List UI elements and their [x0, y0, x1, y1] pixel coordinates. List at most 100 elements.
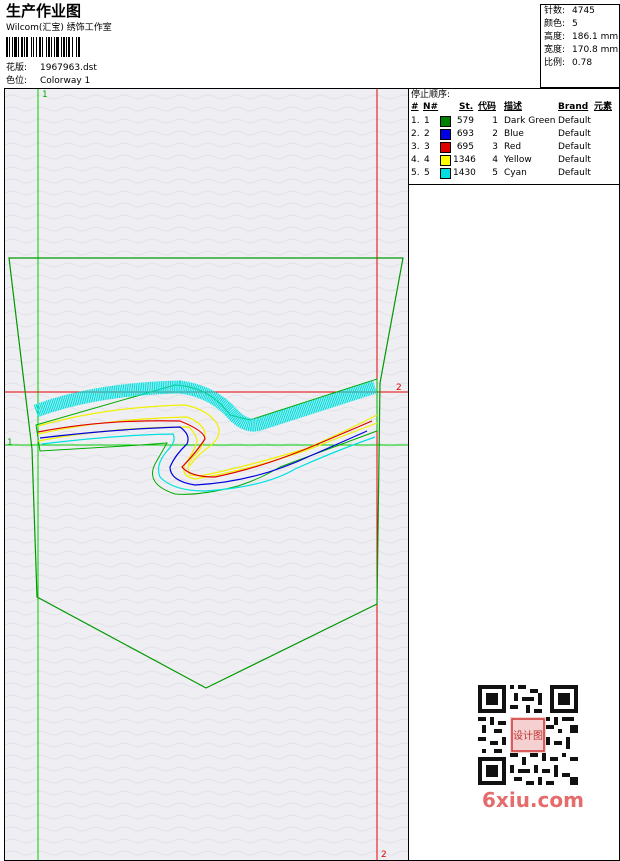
row-order: 3.	[411, 142, 420, 152]
color-count-label: 颜色:	[544, 19, 566, 29]
barcode-bar	[26, 37, 28, 57]
colorway-value: Colorway 1	[40, 76, 91, 86]
col-header-brand: Brand	[558, 102, 589, 112]
barcode-bar	[42, 37, 43, 57]
scale-value: 0.78	[572, 58, 593, 68]
barcode-bar	[24, 37, 25, 57]
row-brand: Default	[558, 142, 591, 152]
barcode-bar	[12, 37, 13, 57]
row-description: Red	[504, 142, 522, 152]
col-header-element: 元素	[594, 102, 613, 112]
row-order: 4.	[411, 155, 420, 165]
barcode-bar	[39, 37, 41, 57]
height-value: 186.1 mm	[572, 32, 619, 42]
color-swatch	[440, 129, 451, 140]
page-title: 生产作业图	[6, 2, 82, 20]
barcode-bar	[46, 37, 47, 57]
table-row[interactable]: 1. 1 579 1 Dark Green Default	[409, 115, 619, 128]
barcode-bar	[63, 37, 65, 57]
row-description: Cyan	[504, 168, 527, 178]
row-brand: Default	[558, 155, 591, 165]
svg-text:设计图: 设计图	[513, 729, 543, 742]
company-name: Wilcom(汇宝) 绣饰工作室	[6, 23, 112, 33]
barcode-bar	[68, 37, 70, 57]
color-count-value: 5	[572, 19, 578, 29]
design-drawing: 1 1 2 2	[5, 89, 408, 860]
row-needle: 1	[424, 116, 430, 126]
width-label: 宽度:	[544, 45, 566, 55]
barcode-bar	[31, 37, 32, 57]
row-brand: Default	[558, 168, 591, 178]
col-header-needle: N#	[423, 102, 439, 112]
stitch-count-value: 4745	[572, 6, 595, 16]
row-order: 2.	[411, 129, 420, 139]
table-row[interactable]: 3. 3 695 3 Red Default	[409, 141, 619, 154]
color-swatch	[440, 116, 451, 127]
colorway-label: 色位:	[6, 76, 28, 86]
stitch-count-label: 针数:	[544, 6, 566, 16]
design-label: 花版:	[6, 63, 28, 73]
table-row[interactable]: 2. 2 693 2 Blue Default	[409, 128, 619, 141]
col-header-stitches: St.	[459, 102, 474, 112]
barcode-bar	[6, 37, 8, 57]
row-stitches: 1346	[453, 155, 476, 165]
row-needle: 2	[424, 129, 430, 139]
color-swatch	[440, 168, 451, 179]
row-needle: 5	[424, 168, 430, 178]
col-header-order: #	[411, 102, 419, 112]
row-stitches: 695	[456, 142, 474, 152]
barcode-bar	[36, 37, 37, 57]
barcode-bar	[54, 37, 55, 57]
panel-divider	[409, 184, 619, 185]
row-needle: 4	[424, 155, 430, 165]
guide-label-green-top: 1	[42, 90, 48, 100]
row-description: Blue	[504, 129, 524, 139]
barcode-bar	[14, 37, 17, 57]
row-code: 2	[492, 129, 498, 139]
row-description: Yellow	[504, 155, 532, 165]
barcode-bar	[33, 37, 34, 57]
barcode-bar	[21, 37, 23, 57]
guide-label-red-right: 2	[396, 383, 402, 393]
row-description: Dark Green	[504, 116, 556, 126]
barcode-bar	[51, 37, 52, 57]
row-code: 4	[492, 155, 498, 165]
barcode	[6, 37, 140, 57]
width-value: 170.8 mm	[572, 45, 619, 55]
barcode-bar	[9, 37, 10, 57]
qr-code-graphic: 设计图	[478, 685, 578, 785]
table-row[interactable]: 5. 5 1430 5 Cyan Default	[409, 167, 619, 180]
row-brand: Default	[558, 116, 591, 126]
stop-order-title: 停止顺序:	[411, 90, 451, 100]
design-file-name: 1967963.dst	[40, 63, 97, 73]
barcode-bar	[61, 37, 62, 57]
row-code: 5	[492, 168, 498, 178]
watermark-text: 6xiu.com	[482, 788, 584, 812]
barcode-bar	[56, 37, 59, 57]
barcode-bar	[48, 37, 50, 57]
barcode-bar	[78, 37, 80, 57]
row-code: 3	[492, 142, 498, 152]
guide-label-red-bottom: 2	[381, 850, 387, 860]
barcode-bar	[66, 37, 67, 57]
row-order: 5.	[411, 168, 420, 178]
row-code: 1	[492, 116, 498, 126]
row-brand: Default	[558, 129, 591, 139]
design-canvas[interactable]: 1 1 2 2	[4, 88, 409, 861]
row-stitches: 1430	[453, 168, 476, 178]
barcode-bar	[72, 37, 73, 57]
color-swatch	[440, 142, 451, 153]
scale-label: 比例:	[544, 58, 566, 68]
row-order: 1.	[411, 116, 420, 126]
row-stitches: 693	[456, 129, 474, 139]
barcode-bar	[18, 37, 19, 57]
table-row[interactable]: 4. 4 1346 4 Yellow Default	[409, 154, 619, 167]
col-header-code: 代码	[478, 102, 497, 112]
col-header-description: 描述	[504, 102, 523, 112]
row-stitches: 579	[456, 116, 474, 126]
qr-code: 设计图	[478, 685, 578, 785]
color-swatch	[440, 155, 451, 166]
row-needle: 3	[424, 142, 430, 152]
height-label: 高度:	[544, 32, 566, 42]
guide-label-green-left: 1	[7, 438, 13, 448]
